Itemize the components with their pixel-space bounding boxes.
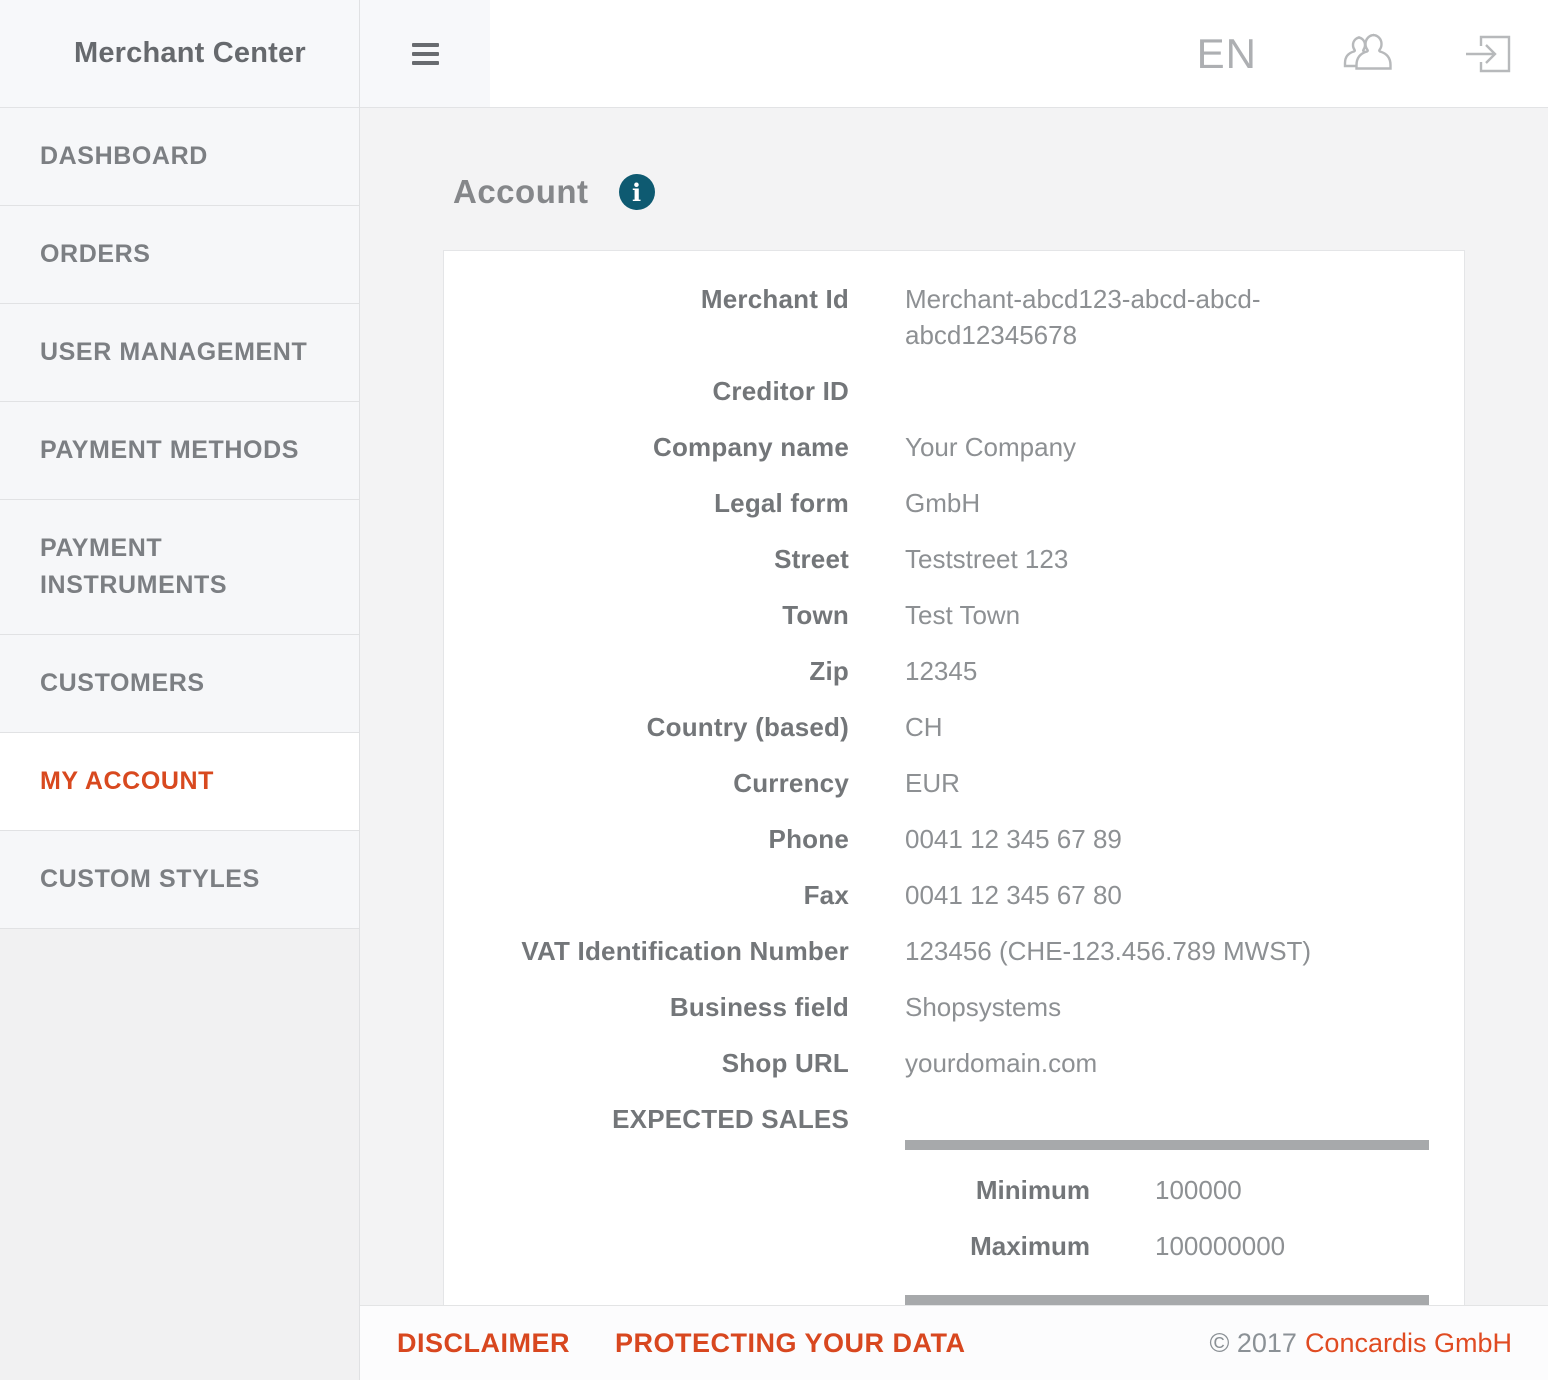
field-value: 0041 12 345 67 89 [905, 821, 1405, 857]
sidebar-item-my-account[interactable]: MY ACCOUNT [0, 733, 359, 831]
field-value: 123456 (CHE-123.456.789 MWST) [905, 933, 1405, 969]
sidebar-item-dashboard[interactable]: DASHBOARD [0, 108, 359, 206]
content-area: Account i Merchant Id Merchant-abcd123-a… [360, 108, 1548, 1305]
field-value: Test Town [905, 597, 1405, 633]
sidebar: Merchant Center DASHBOARD ORDERS USER MA… [0, 0, 360, 1380]
field-value: Teststreet 123 [905, 541, 1405, 577]
field-value: Merchant-abcd123-abcd-abcd-abcd12345678 [905, 281, 1405, 353]
topbar-right: EN [1197, 0, 1548, 107]
users-icon [1342, 33, 1392, 75]
field-label: Town [444, 597, 849, 633]
field-label: Business field [444, 989, 849, 1025]
account-card: Merchant Id Merchant-abcd123-abcd-abcd-a… [443, 250, 1465, 1305]
field-row-street: Street Teststreet 123 [444, 541, 1429, 577]
field-row-fax: Fax 0041 12 345 67 80 [444, 877, 1429, 913]
field-row-business-field: Business field Shopsystems [444, 989, 1429, 1025]
merchant-center-app: Merchant Center DASHBOARD ORDERS USER MA… [0, 0, 1548, 1380]
users-button[interactable] [1342, 33, 1392, 75]
field-value: GmbH [905, 485, 1405, 521]
field-label: Currency [444, 765, 849, 801]
field-row-vat-number: VAT Identification Number 123456 (CHE-12… [444, 933, 1429, 969]
field-label: Zip [444, 653, 849, 689]
sidebar-item-customers[interactable]: CUSTOMERS [0, 635, 359, 733]
main-column: EN Account i [360, 0, 1548, 1380]
copyright-prefix: © 2017 [1209, 1328, 1296, 1358]
sidebar-item-payment-methods[interactable]: PAYMENT METHODS [0, 402, 359, 500]
logout-icon [1464, 33, 1512, 75]
expected-sales-minimum-row: Minimum 100000 [905, 1172, 1429, 1208]
field-value: 12345 [905, 653, 1405, 689]
expected-sales-box: Minimum 100000 Maximum 100000000 [905, 1101, 1429, 1305]
footer-link-protecting-data[interactable]: PROTECTING YOUR DATA [615, 1328, 966, 1359]
field-row-currency: Currency EUR [444, 765, 1429, 801]
field-row-merchant-id: Merchant Id Merchant-abcd123-abcd-abcd-a… [444, 281, 1429, 353]
field-row-legal-form: Legal form GmbH [444, 485, 1429, 521]
sidebar-item-payment-instruments[interactable]: PAYMENT INSTRUMENTS [0, 500, 359, 635]
field-label: Company name [444, 429, 849, 465]
divider-bar [905, 1295, 1429, 1305]
field-label: VAT Identification Number [444, 933, 849, 969]
maximum-value: 100000000 [1155, 1228, 1285, 1264]
page-title: Account [453, 172, 589, 212]
field-value: Shopsystems [905, 989, 1405, 1025]
field-row-shop-url: Shop URL yourdomain.com [444, 1045, 1429, 1081]
field-row-company-name: Company name Your Company [444, 429, 1429, 465]
expected-sales-section: EXPECTED SALES Minimum 100000 Maximum 10… [444, 1101, 1429, 1305]
logout-button[interactable] [1464, 33, 1512, 75]
maximum-label: Maximum [905, 1228, 1090, 1264]
topbar: EN [360, 0, 1548, 108]
hamburger-icon [412, 43, 439, 47]
field-value: EUR [905, 765, 1405, 801]
field-row-creditor-id: Creditor ID [444, 373, 1429, 409]
expected-sales-maximum-row: Maximum 100000000 [905, 1228, 1429, 1264]
expected-sales-label: EXPECTED SALES [444, 1101, 849, 1305]
field-label: Creditor ID [444, 373, 849, 409]
footer: DISCLAIMER PROTECTING YOUR DATA © 2017 Co… [360, 1305, 1548, 1380]
field-value: 0041 12 345 67 80 [905, 877, 1405, 913]
sidebar-item-user-management[interactable]: USER MANAGEMENT [0, 304, 359, 402]
field-value: CH [905, 709, 1405, 745]
field-label: Legal form [444, 485, 849, 521]
sidebar-nav: DASHBOARD ORDERS USER MANAGEMENT PAYMENT… [0, 108, 359, 929]
field-label: Fax [444, 877, 849, 913]
hamburger-zone [360, 0, 490, 107]
sidebar-filler [0, 929, 359, 1380]
sidebar-item-orders[interactable]: ORDERS [0, 206, 359, 304]
field-label: Phone [444, 821, 849, 857]
info-icon[interactable]: i [619, 174, 655, 210]
minimum-value: 100000 [1155, 1172, 1242, 1208]
field-value [905, 373, 1405, 409]
field-value: yourdomain.com [905, 1045, 1405, 1081]
field-row-town: Town Test Town [444, 597, 1429, 633]
footer-link-disclaimer[interactable]: DISCLAIMER [397, 1328, 570, 1359]
field-label: Country (based) [444, 709, 849, 745]
field-row-zip: Zip 12345 [444, 653, 1429, 689]
copyright: © 2017 Concardis GmbH [1209, 1328, 1512, 1359]
menu-toggle-button[interactable] [406, 32, 445, 76]
field-value: Your Company [905, 429, 1405, 465]
field-label: Shop URL [444, 1045, 849, 1081]
field-row-phone: Phone 0041 12 345 67 89 [444, 821, 1429, 857]
company-link[interactable]: Concardis GmbH [1305, 1328, 1512, 1358]
sidebar-header: Merchant Center [0, 0, 359, 108]
sidebar-item-custom-styles[interactable]: CUSTOM STYLES [0, 831, 359, 929]
minimum-label: Minimum [905, 1172, 1090, 1208]
page-heading: Account i [443, 172, 1548, 212]
language-selector[interactable]: EN [1197, 30, 1257, 78]
field-label: Street [444, 541, 849, 577]
field-label: Merchant Id [444, 281, 849, 353]
divider-bar [905, 1140, 1429, 1150]
app-title: Merchant Center [74, 37, 306, 70]
field-row-country: Country (based) CH [444, 709, 1429, 745]
